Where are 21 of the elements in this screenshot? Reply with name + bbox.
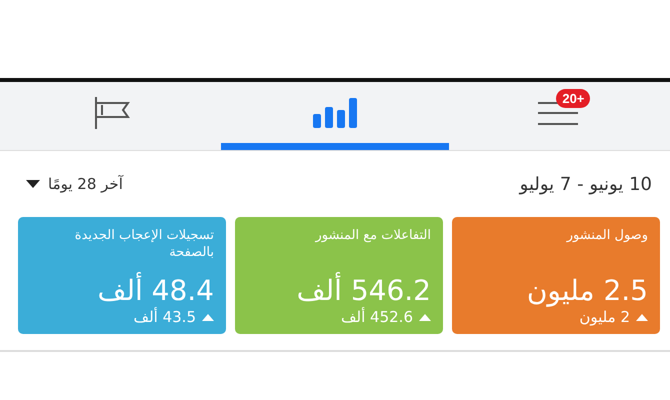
card-change: 43.5 ألف bbox=[134, 308, 196, 326]
bar-chart-icon bbox=[313, 98, 358, 128]
date-range: 10 يونيو - 7 يوليو bbox=[520, 174, 652, 194]
period-dropdown[interactable]: آخر 28 يومًا bbox=[26, 175, 123, 193]
card-change: 2 مليون bbox=[579, 308, 630, 326]
card-title: التفاعلات مع المنشور bbox=[314, 227, 431, 244]
card-value: 48.4 ألف bbox=[96, 274, 214, 307]
up-arrow-icon bbox=[202, 314, 214, 320]
card-title: وصول المنشور bbox=[565, 227, 648, 244]
dropdown-arrow-icon bbox=[26, 180, 40, 188]
notification-badge: 20+ bbox=[556, 88, 590, 108]
stat-card[interactable]: وصول المنشور 2.5 مليون 2 مليون bbox=[452, 217, 660, 334]
up-arrow-icon bbox=[636, 314, 648, 320]
stat-card[interactable]: تسجيلات الإعجاب الجديدة بالصفحة 48.4 ألف 43.5 ألف bbox=[18, 217, 226, 334]
card-change: 452.6 ألف bbox=[341, 308, 413, 326]
stat-card[interactable]: التفاعلات مع المنشور 546.2 ألف 452.6 ألف bbox=[235, 217, 443, 334]
up-arrow-icon bbox=[419, 314, 431, 320]
card-title: تسجيلات الإعجاب الجديدة بالصفحة bbox=[74, 227, 214, 261]
card-value: 546.2 ألف bbox=[296, 274, 431, 307]
flag-icon bbox=[94, 96, 130, 128]
card-value: 2.5 مليون bbox=[526, 274, 648, 308]
